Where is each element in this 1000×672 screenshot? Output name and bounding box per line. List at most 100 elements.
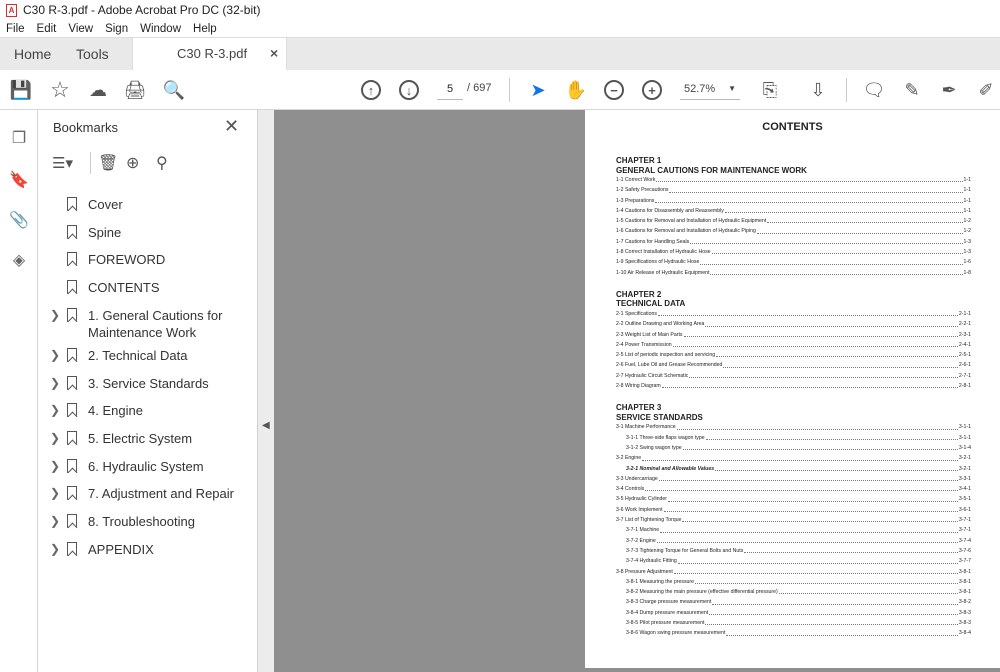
toc-entry[interactable]: 1-9 Specifications of Hydraulic Hose 1-6 — [616, 257, 971, 267]
toc-entry[interactable]: 1-8 Correct Installation of Hydraulic Ho… — [616, 247, 971, 257]
toc-entry[interactable]: 3-8-5 Pilot pressure measurement 3-8-3 — [616, 618, 971, 628]
toc-entry[interactable]: 3-5 Hydraulic Cylinder 3-5-1 — [616, 494, 971, 504]
next-page-icon[interactable]: ↓ — [397, 78, 421, 102]
select-cursor-icon[interactable]: ➤ — [526, 78, 550, 102]
bookmark-from-selection-icon[interactable]: ⚲ — [156, 153, 168, 173]
toc-entry[interactable]: 1-2 Safety Precautions 1-1 — [616, 185, 971, 195]
toc-entry[interactable]: 1-3 Preparations 1-1 — [616, 196, 971, 206]
zoom-in-icon[interactable]: + — [640, 78, 664, 102]
star-icon[interactable]: ☆ — [48, 77, 72, 102]
toc-entry[interactable]: 1-1 Correct Work 1-1 — [616, 175, 971, 185]
attachment-icon[interactable]: 📎 — [9, 210, 29, 230]
toc-entry[interactable]: 2-4 Power Transmission 2-4-1 — [616, 340, 971, 350]
close-panel-icon[interactable]: ✕ — [224, 116, 239, 137]
chevron-right-icon[interactable]: ❯ — [50, 541, 60, 558]
toc-entry[interactable]: 3-4 Controls 3-4-1 — [616, 484, 971, 494]
toc-entry-title: 1-3 Preparations — [616, 197, 655, 204]
toc-entry[interactable]: 3-7 List of Tightening Torque 3-7-1 — [616, 515, 971, 525]
toc-entry-title: 3-8-3 Charge pressure measurement — [626, 599, 712, 606]
toc-entry[interactable]: 2-1 Specifications 2-1-1 — [616, 309, 971, 319]
toc-entry[interactable]: 3-8 Pressure Adjustment 3-8-1 — [616, 567, 971, 577]
toc-entry[interactable]: 1-7 Cautions for Handling Seals 1-3 — [616, 237, 971, 247]
toc-entry-page: 1-3 — [963, 238, 972, 245]
toc-entry[interactable]: 3-7-4 Hydraulic Fitting 3-7-7 — [616, 556, 971, 566]
chevron-right-icon[interactable]: ❯ — [50, 513, 60, 530]
toc-entry[interactable]: 3-2-1 Nominal and Allowable Values 3-2-1 — [616, 464, 971, 474]
toc-entry[interactable]: 3-2 Engine 3-2-1 — [616, 453, 971, 463]
menu-help[interactable]: Help — [193, 23, 217, 35]
tab-home[interactable]: Home — [14, 46, 51, 62]
toc-entry[interactable]: 2-6 Fuel, Lube Oil and Grease Recommende… — [616, 360, 971, 370]
dot-leader — [778, 587, 958, 595]
comment-icon[interactable]: 🗨 — [862, 78, 886, 102]
close-tab-icon[interactable]: × — [270, 45, 278, 61]
zoom-level-select[interactable]: 52.7% ▼ — [680, 80, 740, 100]
toc-entry[interactable]: 3-8-1 Measuring the pressure 3-8-1 — [616, 577, 971, 587]
toc-entry-title: 3-8-4 Dump pressure measurement — [626, 609, 709, 616]
highlight-icon[interactable]: ✎ — [900, 78, 924, 102]
print-icon[interactable]: 🖨 — [123, 78, 147, 102]
bookmark-options-icon[interactable]: ☰▾ — [52, 154, 73, 172]
delete-bookmark-icon[interactable]: 🗑 — [98, 153, 118, 173]
toc-entry[interactable]: 3-1-1 Three-side flaps wagon type 3-1-1 — [616, 433, 971, 443]
tab-tools[interactable]: Tools — [76, 46, 109, 62]
menu-window[interactable]: Window — [140, 23, 181, 35]
bookmark-icon[interactable]: 🔖 — [9, 170, 29, 190]
chevron-right-icon[interactable]: ❯ — [50, 485, 60, 502]
toc-entry[interactable]: 3-7-2 Engine 3-7-4 — [616, 536, 971, 546]
toc-entry[interactable]: 1-10 Air Release of Hydraulic Equipment 1… — [616, 268, 971, 278]
toc-entry-page: 3-2-1 — [958, 455, 971, 462]
chevron-right-icon[interactable]: ❯ — [50, 375, 60, 392]
panel-collapse-handle[interactable]: ◀ — [258, 110, 274, 672]
save-icon[interactable]: 💾 — [9, 78, 33, 102]
previous-page-icon[interactable]: ↑ — [359, 78, 383, 102]
toc-entry[interactable]: 2-3 Weight List of Main Parts 2-3-1 — [616, 330, 971, 340]
fit-page-icon[interactable]: ⎘ — [758, 78, 782, 102]
toc-entry[interactable]: 3-1 Machine Performance 3-1-1 — [616, 422, 971, 432]
menu-file[interactable]: File — [6, 23, 25, 35]
new-bookmark-icon[interactable]: ⊕ — [126, 153, 139, 173]
chevron-right-icon[interactable]: ❯ — [50, 402, 60, 419]
toc-entry[interactable]: 3-1-2 Swing wagon type 3-1-4 — [616, 443, 971, 453]
dot-leader — [682, 515, 958, 523]
search-icon[interactable]: 🔍 — [162, 78, 186, 102]
hand-tool-icon[interactable]: ✋ — [564, 78, 588, 102]
toc-entry[interactable]: 3-8-4 Dump pressure measurement 3-8-3 — [616, 608, 971, 618]
edit-pdf-icon[interactable]: ✐ — [974, 78, 998, 102]
chapter-title: GENERAL CAUTIONS FOR MAINTENANCE WORK — [616, 165, 807, 175]
menu-view[interactable]: View — [68, 23, 93, 35]
tab-document[interactable]: C30 R-3.pdf × — [132, 38, 287, 71]
toc-entry[interactable]: 2-2 Outline Drawing and Working Area 2-2-… — [616, 319, 971, 329]
toc-entry[interactable]: 3-6 Work Implement 3-6-1 — [616, 505, 971, 515]
toc-entry[interactable]: 3-8-2 Measuring the main pressure (effec… — [616, 587, 971, 597]
toc-entry-page: 3-6-1 — [958, 506, 971, 513]
toc-entry[interactable]: 3-8-6 Wagon swing pressure measurement 3-… — [616, 628, 971, 638]
toc-entry[interactable]: 3-8-3 Charge pressure measurement 3-8-2 — [616, 597, 971, 607]
scroll-mode-icon[interactable]: ⇩ — [806, 78, 830, 102]
toc-entry[interactable]: 2-5 List of periodic inspection and serv… — [616, 350, 971, 360]
cloud-upload-icon[interactable]: ☁ — [86, 78, 110, 102]
toc-entry-page: 3-1-4 — [958, 444, 971, 451]
sign-icon[interactable]: ✒ — [937, 78, 961, 102]
document-viewport[interactable]: CONTENTS CHAPTER 1 GENERAL CAUTIONS FOR M… — [274, 110, 1000, 672]
toc-entry[interactable]: 2-7 Hydraulic Circuit Schematic 2-7-1 — [616, 371, 971, 381]
chevron-right-icon[interactable]: ❯ — [50, 347, 60, 364]
menu-edit[interactable]: Edit — [37, 23, 57, 35]
page-number-input[interactable]: 5 — [437, 80, 463, 100]
toc-entry[interactable]: 3-7-3 Tightening Torque for General Bolt… — [616, 546, 971, 556]
toc-entry[interactable]: 3-3 Undercarriage 3-3-1 — [616, 474, 971, 484]
toc-entry[interactable]: 1-4 Cautions for Disassembly and Reassem… — [616, 206, 971, 216]
menu-sign[interactable]: Sign — [105, 23, 128, 35]
chevron-right-icon[interactable]: ❯ — [50, 307, 60, 324]
toc-entry[interactable]: 1-5 Cautions for Removal and Installatio… — [616, 216, 971, 226]
page-thumbnails-icon[interactable]: ❐ — [9, 128, 29, 148]
toc-entry[interactable]: 1-6 Cautions for Removal and Installatio… — [616, 226, 971, 236]
chevron-right-icon[interactable]: ❯ — [50, 458, 60, 475]
layers-icon[interactable]: ◈ — [9, 250, 29, 270]
toc-entry-title: 3-7-2 Engine — [626, 537, 656, 544]
zoom-out-icon[interactable]: − — [602, 78, 626, 102]
dot-leader — [695, 577, 958, 585]
toc-entry[interactable]: 3-7-1 Machine 3-7-1 — [616, 525, 971, 535]
chevron-right-icon[interactable]: ❯ — [50, 430, 60, 447]
toc-entry[interactable]: 2-8 Wiring Diagram 2-8-1 — [616, 381, 971, 391]
